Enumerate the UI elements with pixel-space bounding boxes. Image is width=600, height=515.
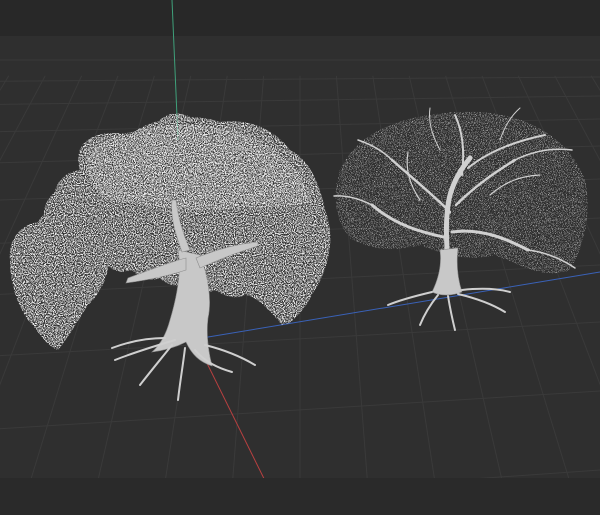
tree-with-foliage[interactable]: [9, 113, 331, 401]
grid-line: [0, 75, 10, 92]
viewport-footer-bar: [0, 478, 600, 515]
right-trunk: [431, 247, 463, 296]
foliage-highlights: [87, 124, 312, 211]
grid-line: [554, 75, 600, 162]
grid-line: [590, 75, 600, 92]
viewport-scene[interactable]: [0, 0, 600, 515]
tree-bare-branches[interactable]: [333, 107, 588, 331]
roots: [111, 337, 256, 401]
3d-viewport[interactable]: [0, 0, 600, 515]
